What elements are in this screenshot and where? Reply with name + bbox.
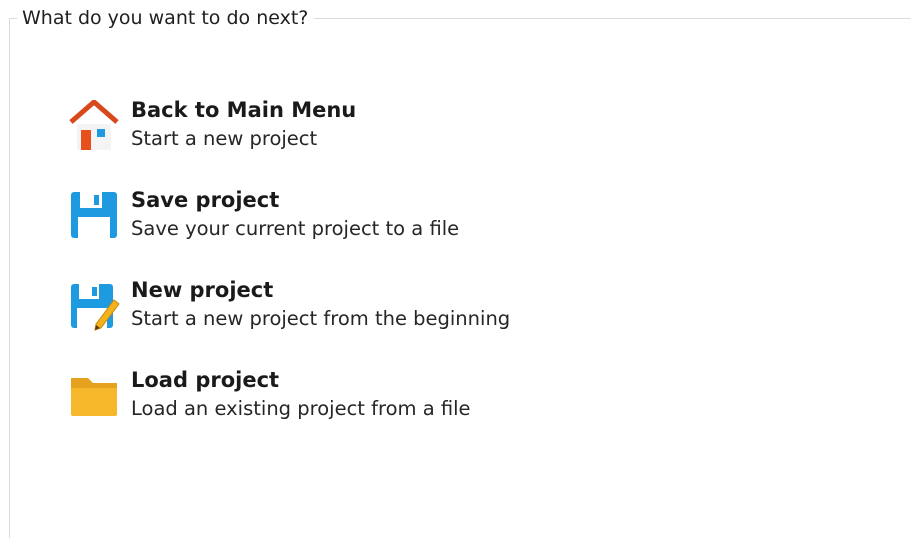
option-description: Start a new project bbox=[131, 127, 318, 150]
option-description: Save your current project to a file bbox=[131, 217, 460, 240]
option-title: Save project bbox=[131, 188, 280, 212]
save-project-option[interactable]: Save project Save your current project t… bbox=[68, 188, 588, 256]
option-description: Load an existing project from a file bbox=[131, 397, 471, 420]
save-disk-icon bbox=[68, 190, 120, 244]
option-title: New project bbox=[131, 278, 274, 302]
option-description: Start a new project from the beginning bbox=[131, 307, 511, 330]
new-project-option[interactable]: New project Start a new project from the… bbox=[68, 278, 588, 346]
option-title: Load project bbox=[131, 368, 280, 392]
folder-icon bbox=[68, 370, 120, 424]
option-title: Back to Main Menu bbox=[131, 98, 357, 122]
new-project-disk-pencil-icon bbox=[68, 280, 120, 334]
back-to-main-menu-option[interactable]: Back to Main Menu Start a new project bbox=[68, 98, 588, 166]
home-icon bbox=[68, 98, 120, 154]
load-project-option[interactable]: Load project Load an existing project fr… bbox=[68, 368, 588, 436]
group-legend: What do you want to do next? bbox=[17, 7, 315, 29]
